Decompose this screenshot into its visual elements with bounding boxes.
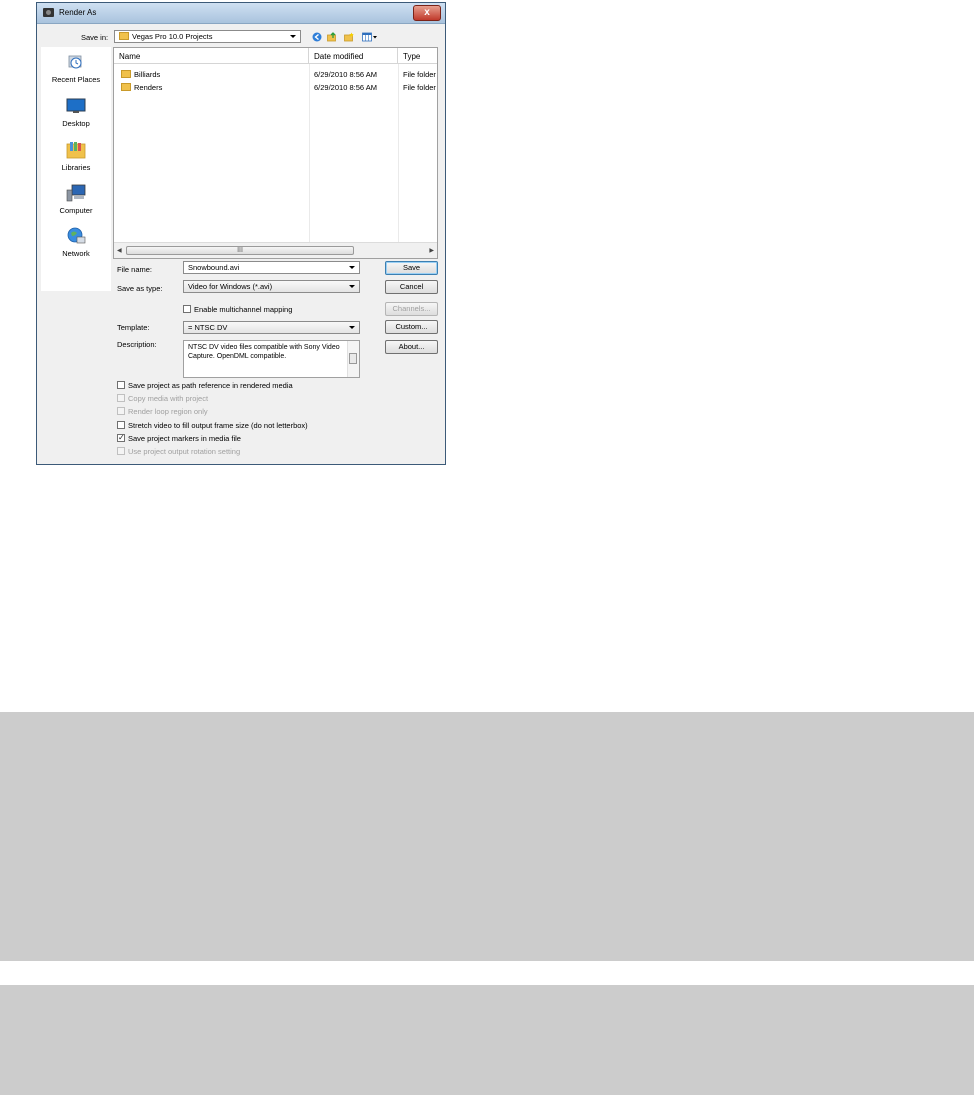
up-folder-icon[interactable] xyxy=(327,32,337,42)
template-value: = NTSC DV xyxy=(188,323,228,332)
place-network[interactable]: Network xyxy=(41,227,111,258)
option-copy-media: Copy media with project xyxy=(117,394,208,404)
file-name-input[interactable]: Snowbound.avi xyxy=(183,261,360,274)
file-type: File folder xyxy=(403,83,436,92)
file-name-value: Snowbound.avi xyxy=(188,263,240,272)
column-header-type[interactable]: Type xyxy=(398,48,437,64)
file-date: 6/29/2010 8:56 AM xyxy=(314,83,377,92)
folder-icon xyxy=(119,32,129,40)
save-as-type-value: Video for Windows (*.avi) xyxy=(188,282,273,291)
custom-button[interactable]: Custom... xyxy=(385,320,438,334)
description-label: Description: xyxy=(117,340,157,349)
checkbox-box[interactable] xyxy=(183,305,191,313)
computer-icon xyxy=(66,184,86,202)
description-text: NTSC DV video files compatible with Sony… xyxy=(188,344,340,360)
scroll-thumb[interactable] xyxy=(349,353,357,364)
option-save-path-reference[interactable]: Save project as path reference in render… xyxy=(117,381,293,391)
checkbox-box xyxy=(117,447,125,455)
file-name: Renders xyxy=(134,83,163,92)
option-label: Use project output rotation setting xyxy=(128,447,241,456)
place-desktop[interactable]: Desktop xyxy=(41,97,111,128)
description-scrollbar[interactable] xyxy=(347,341,359,377)
checkbox-box xyxy=(117,407,125,415)
option-label: Copy media with project xyxy=(128,394,209,403)
chevron-down-icon xyxy=(290,35,296,38)
column-header-name[interactable]: Name xyxy=(114,48,309,64)
new-folder-icon[interactable] xyxy=(344,32,354,42)
save-as-type-select[interactable]: Video for Windows (*.avi) xyxy=(183,280,360,293)
option-stretch-video[interactable]: Stretch video to fill output frame size … xyxy=(117,421,308,431)
render-as-dialog: Render As x Save in: Vegas Pro 10.0 Proj… xyxy=(36,2,446,465)
template-label: Template: xyxy=(117,323,150,332)
save-in-value: Vegas Pro 10.0 Projects xyxy=(132,32,213,41)
scroll-right-icon[interactable]: ▶ xyxy=(429,247,434,254)
file-list[interactable]: Name Date modified Type Billiards 6/29/2… xyxy=(113,47,438,259)
file-name: Billiards xyxy=(134,70,161,79)
option-save-markers[interactable]: Save project markers in media file xyxy=(117,433,241,444)
view-menu-icon[interactable] xyxy=(362,32,378,42)
place-libraries[interactable]: Libraries xyxy=(41,141,111,172)
template-select[interactable]: = NTSC DV xyxy=(183,321,360,334)
recent-places-icon xyxy=(68,55,82,69)
save-button[interactable]: Save xyxy=(385,261,438,275)
option-label: Save project as path reference in render… xyxy=(128,381,293,390)
places-bar: Recent Places Desktop Libraries Computer… xyxy=(41,47,111,291)
file-type: File folder xyxy=(403,70,436,79)
chevron-down-icon xyxy=(349,285,355,288)
folder-icon xyxy=(121,83,131,91)
description-box: NTSC DV video files compatible with Sony… xyxy=(183,340,360,378)
place-label: Recent Places xyxy=(51,75,101,84)
back-icon[interactable] xyxy=(312,32,322,42)
save-in-label: Save in: xyxy=(81,33,109,42)
window-title: Render As xyxy=(59,8,97,17)
libraries-icon xyxy=(66,142,86,159)
chevron-down-icon xyxy=(349,266,355,269)
place-label: Desktop xyxy=(62,119,90,128)
network-icon xyxy=(67,227,86,244)
save-in-combo[interactable]: Vegas Pro 10.0 Projects xyxy=(114,30,301,43)
background-band-lower xyxy=(0,985,974,1095)
checkbox-box xyxy=(117,394,125,402)
title-bar[interactable]: Render As x xyxy=(37,3,445,24)
close-button[interactable]: x xyxy=(413,5,441,21)
option-render-loop-region: Render loop region only xyxy=(117,407,208,417)
option-label: Stretch video to fill output frame size … xyxy=(128,421,308,430)
place-computer[interactable]: Computer xyxy=(41,184,111,215)
file-row[interactable]: Renders 6/29/2010 8:56 AM File folder xyxy=(114,81,437,94)
option-label: Save project markers in media file xyxy=(128,434,241,443)
file-row[interactable]: Billiards 6/29/2010 8:56 AM File folder xyxy=(114,68,437,81)
cancel-button[interactable]: Cancel xyxy=(385,280,438,294)
camera-icon xyxy=(43,8,54,17)
multichannel-label: Enable multichannel mapping xyxy=(194,305,293,314)
file-name-label: File name: xyxy=(117,265,153,274)
checkbox-box[interactable] xyxy=(117,433,125,442)
multichannel-checkbox[interactable]: Enable multichannel mapping xyxy=(183,305,292,315)
column-header-date-modified[interactable]: Date modified xyxy=(309,48,398,64)
about-button[interactable]: About... xyxy=(385,340,438,354)
desktop-icon xyxy=(66,98,86,113)
horizontal-scrollbar[interactable]: ◀ III ▶ xyxy=(114,242,437,258)
chevron-down-icon xyxy=(349,326,355,329)
scroll-thumb[interactable]: III xyxy=(126,246,354,255)
channels-button[interactable]: Channels... xyxy=(385,302,438,316)
checkbox-box[interactable] xyxy=(117,381,125,389)
background-band-upper xyxy=(0,712,974,961)
option-label: Render loop region only xyxy=(128,407,208,416)
place-label: Computer xyxy=(59,206,93,215)
folder-icon xyxy=(121,70,131,78)
scroll-left-icon[interactable]: ◀ xyxy=(117,247,122,254)
save-as-type-label: Save as type: xyxy=(117,284,163,293)
option-output-rotation: Use project output rotation setting xyxy=(117,447,240,457)
place-recent-places[interactable]: Recent Places xyxy=(41,53,111,84)
file-date: 6/29/2010 8:56 AM xyxy=(314,70,377,79)
place-label: Network xyxy=(62,249,90,258)
checkbox-box[interactable] xyxy=(117,421,125,429)
place-label: Libraries xyxy=(61,163,91,172)
